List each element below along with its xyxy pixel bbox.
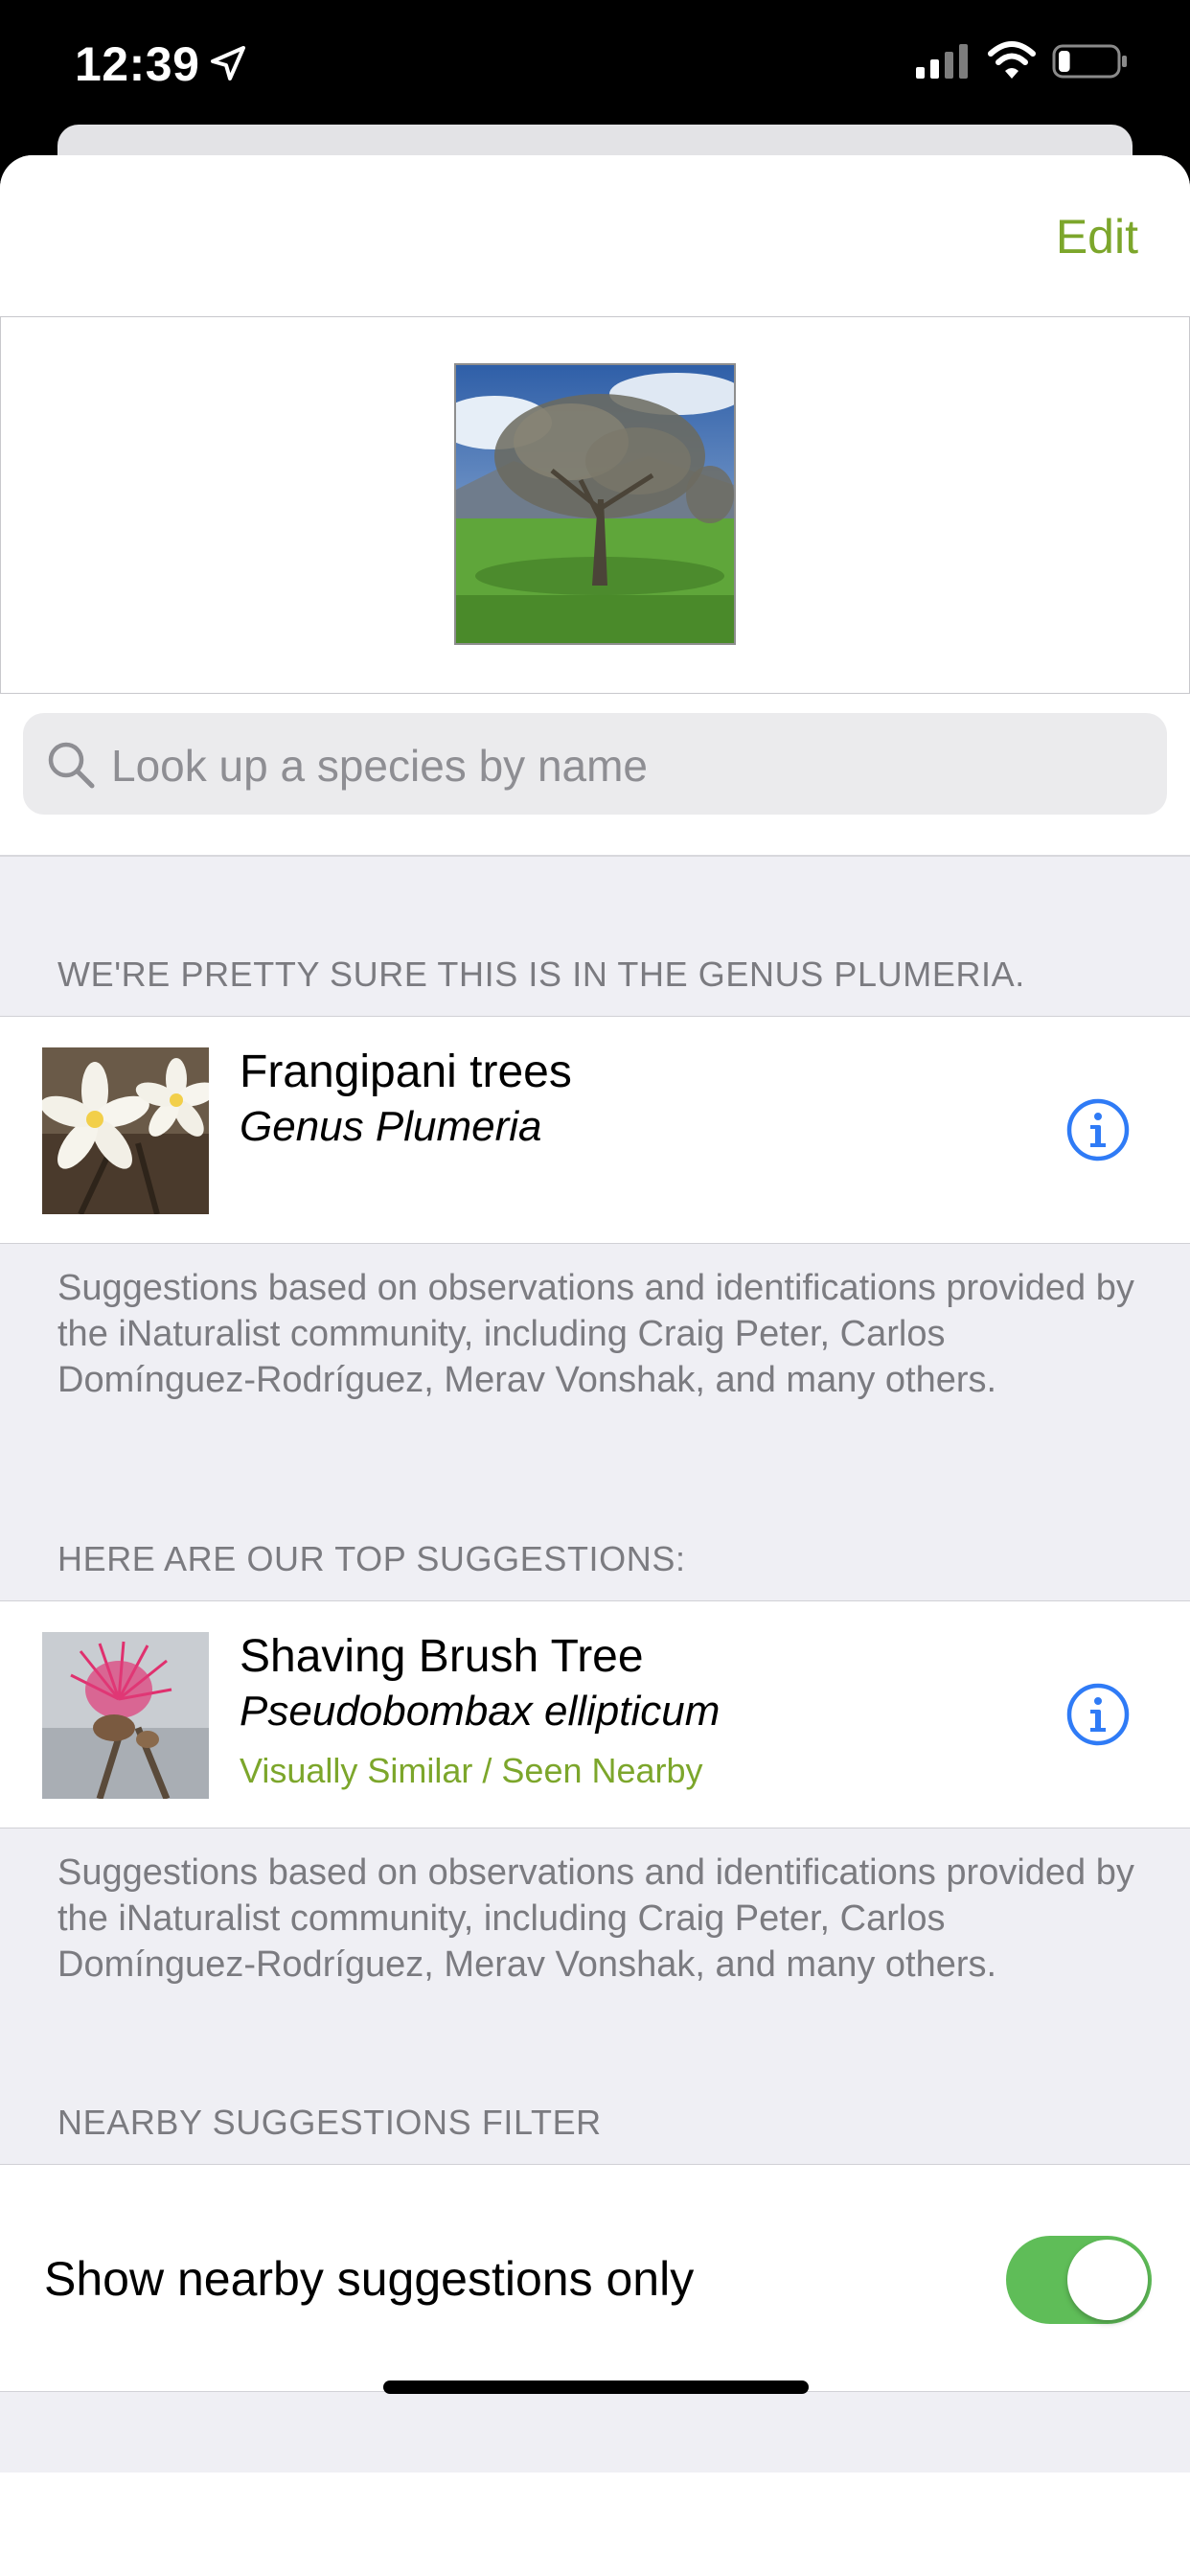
- scientific-name: Pseudobombax ellipticum: [240, 1688, 721, 1735]
- search-input[interactable]: Look up a species by name: [23, 713, 1167, 815]
- search-icon: [48, 742, 95, 789]
- common-name: Frangipani trees: [240, 1046, 572, 1097]
- wifi-icon: [988, 41, 1036, 79]
- nearby-filter-row: Show nearby suggestions only: [0, 2164, 1190, 2392]
- list-item-shaving-brush-tree[interactable]: Shaving Brush Tree Pseudobombax elliptic…: [0, 1600, 1190, 1828]
- info-icon[interactable]: [1065, 1097, 1131, 1162]
- observation-photo[interactable]: [454, 363, 736, 645]
- section-footer-genus: Suggestions based on observations and id…: [57, 1268, 1134, 1400]
- search-placeholder: Look up a species by name: [111, 741, 649, 791]
- navigation-bar: Edit: [0, 155, 1190, 316]
- section-header-filter: NEARBY SUGGESTIONS FILTER: [57, 2103, 602, 2142]
- match-reason-tag: Visually Similar / Seen Nearby: [240, 1751, 703, 1790]
- edit-button[interactable]: Edit: [1056, 209, 1138, 264]
- search-section: Look up a species by name: [0, 694, 1190, 857]
- section-header-genus: WE'RE PRETTY SURE THIS IS IN THE GENUS P…: [57, 954, 1025, 994]
- list-item-frangipani[interactable]: Frangipani trees Genus Plumeria: [0, 1016, 1190, 1244]
- battery-icon: [1052, 44, 1127, 79]
- common-name: Shaving Brush Tree: [240, 1631, 644, 1682]
- info-icon[interactable]: [1065, 1682, 1131, 1747]
- section-header-top: HERE ARE OUR TOP SUGGESTIONS:: [57, 1539, 686, 1578]
- species-thumbnail: [42, 1632, 209, 1799]
- cellular-signal-icon: [916, 44, 968, 79]
- nearby-filter-label: Show nearby suggestions only: [44, 2252, 695, 2306]
- nearby-filter-toggle[interactable]: [1006, 2236, 1152, 2324]
- home-indicator-area: [0, 2472, 1190, 2576]
- suggestions-sheet: Edit Look up a species by name WE'RE PRE…: [0, 155, 1190, 2576]
- section-footer-top: Suggestions based on observations and id…: [57, 1852, 1134, 1985]
- species-thumbnail: [42, 1047, 209, 1214]
- scientific-name: Genus Plumeria: [240, 1103, 542, 1150]
- location-arrow-icon: [211, 46, 245, 80]
- home-indicator[interactable]: [383, 2380, 809, 2394]
- status-time: 12:39: [75, 37, 200, 91]
- toggle-knob: [1067, 2240, 1148, 2320]
- photo-container: [0, 316, 1190, 694]
